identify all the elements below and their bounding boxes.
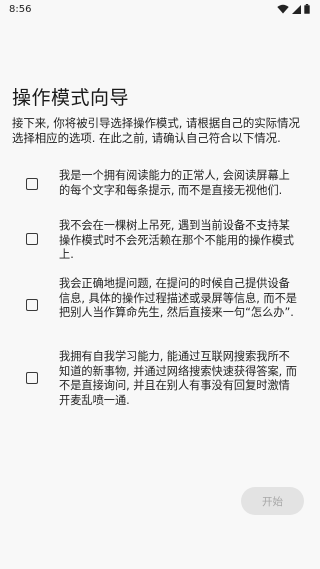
option-label: 我拥有自我学习能力, 能通过互联网搜索我所不知道的新事物, 并通过网络搜索快速获… bbox=[59, 350, 297, 407]
option-checkbox[interactable] bbox=[26, 233, 38, 245]
page-title: 操作模式向导 bbox=[12, 87, 130, 109]
status-time: 8:56 bbox=[9, 3, 32, 15]
option-checkbox[interactable] bbox=[26, 372, 38, 384]
option-flexibility[interactable]: 我不会在一棵树上吊死, 遇到当前设备不支持某操作模式时不会死活赖在那个不能用的操… bbox=[26, 219, 306, 263]
option-reading[interactable]: 我是一个拥有阅读能力的正常人, 会阅读屏幕上的每个文字和每条提示, 而不是直接无… bbox=[26, 169, 306, 198]
wifi-icon bbox=[277, 4, 289, 14]
option-checkbox[interactable] bbox=[26, 299, 38, 311]
battery-icon bbox=[304, 4, 310, 14]
option-label: 我不会在一棵树上吊死, 遇到当前设备不支持某操作模式时不会死活赖在那个不能用的操… bbox=[59, 219, 294, 261]
start-button[interactable]: 开始 bbox=[241, 487, 304, 515]
option-checkbox[interactable] bbox=[26, 178, 38, 190]
cellular-signal-icon bbox=[292, 4, 301, 14]
option-self-learning[interactable]: 我拥有自我学习能力, 能通过互联网搜索我所不知道的新事物, 并通过网络搜索快速获… bbox=[26, 350, 306, 408]
option-label: 我是一个拥有阅读能力的正常人, 会阅读屏幕上的每个文字和每条提示, 而不是直接无… bbox=[59, 169, 290, 197]
option-asking[interactable]: 我会正确地提问题, 在提问的时候自己提供设备信息, 具体的操作过程描述或录屏等信… bbox=[26, 277, 306, 321]
status-bar: 8:56 bbox=[0, 0, 320, 18]
status-icons bbox=[277, 4, 310, 14]
option-label: 我会正确地提问题, 在提问的时候自己提供设备信息, 具体的操作过程描述或录屏等信… bbox=[59, 277, 297, 319]
intro-text: 接下来, 你将被引导选择操作模式, 请根据自己的实际情况选择相应的选项. 在此之… bbox=[12, 116, 300, 145]
